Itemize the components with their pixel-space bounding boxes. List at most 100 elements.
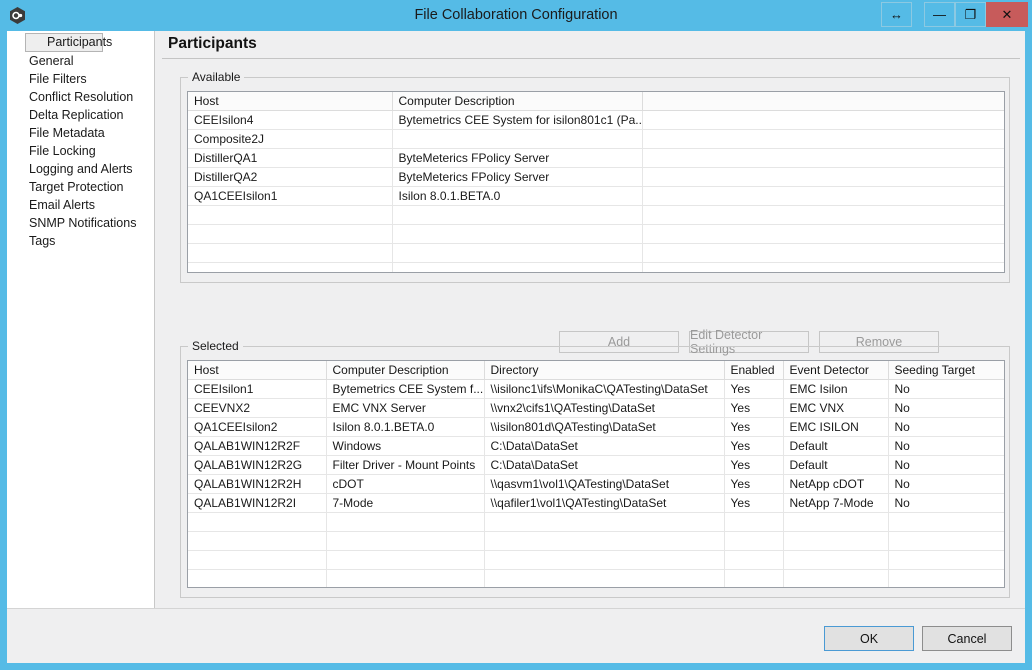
maximize-button[interactable]: ❐	[955, 2, 986, 27]
table-row[interactable]: CEEIsilon1 Bytemetrics CEE System f... \\i…	[188, 379, 1004, 399]
sidebar-item-logging-and-alerts[interactable]: Logging and Alerts	[7, 160, 154, 178]
sidebar-nav: Participants General File Filters Conflict …	[7, 31, 155, 608]
column-header[interactable]: Seeding Target	[888, 361, 1004, 380]
table-cell	[326, 550, 485, 570]
table-row[interactable]	[188, 512, 1004, 532]
column-header[interactable]: Computer Description	[392, 92, 643, 111]
sidebar-item-file-filters[interactable]: File Filters	[7, 70, 154, 88]
table-cell: DistillerQA1	[188, 148, 393, 168]
sidebar-item-label: Participants	[47, 35, 113, 49]
table-row[interactable]: Composite2J	[188, 129, 1004, 149]
table-cell	[642, 148, 1004, 168]
table-cell	[392, 129, 643, 149]
table-cell: QALAB1WIN12R2G	[188, 455, 327, 475]
close-button[interactable]: ✕	[986, 2, 1028, 27]
available-table-container[interactable]: Host Computer Description CEEIsilon4 Bytem…	[187, 91, 1005, 273]
column-header[interactable]: Host	[188, 92, 393, 111]
table-cell: \\isilonc1\ifs\MonikaC\QATesting\DataSet	[484, 379, 725, 399]
available-group: Available Host Computer Description CEEIs…	[180, 70, 1010, 283]
table-cell: QA1CEEIsilon2	[188, 417, 327, 437]
table-cell: Composite2J	[188, 129, 393, 149]
available-table-body[interactable]: CEEIsilon4 Bytemetrics CEE System for isi…	[188, 110, 1004, 272]
table-row[interactable]: QALAB1WIN12R2F Windows C:\Data\DataSet Yes D…	[188, 436, 1004, 456]
table-row[interactable]	[188, 224, 1004, 244]
table-cell	[783, 512, 889, 532]
sidebar-item-conflict-resolution[interactable]: Conflict Resolution	[7, 88, 154, 106]
table-row[interactable]	[188, 569, 1004, 587]
table-cell	[188, 512, 327, 532]
sidebar-item-file-metadata[interactable]: File Metadata	[7, 124, 154, 142]
table-cell: cDOT	[326, 474, 485, 494]
sidebar-item-delta-replication[interactable]: Delta Replication	[7, 106, 154, 124]
sidebar-item-label: SNMP Notifications	[29, 216, 137, 230]
table-row[interactable]	[188, 243, 1004, 263]
column-header[interactable]: Computer Description	[326, 361, 485, 380]
resize-button[interactable]: ↔	[881, 2, 912, 27]
cancel-button[interactable]: Cancel	[922, 626, 1012, 651]
column-header[interactable]: Host	[188, 361, 327, 380]
table-row[interactable]: CEEIsilon4 Bytemetrics CEE System for isi…	[188, 110, 1004, 130]
table-cell: No	[888, 379, 1004, 399]
table-cell: Isilon 8.0.1.BETA.0	[392, 186, 643, 206]
table-row[interactable]: QA1CEEIsilon1 Isilon 8.0.1.BETA.0	[188, 186, 1004, 206]
table-row[interactable]	[188, 205, 1004, 225]
table-cell	[888, 512, 1004, 532]
table-cell	[188, 550, 327, 570]
available-table[interactable]: Host Computer Description CEEIsilon4 Bytem…	[188, 92, 1004, 272]
sidebar-item-email-alerts[interactable]: Email Alerts	[7, 196, 154, 214]
sidebar-item-snmp-notifications[interactable]: SNMP Notifications	[7, 214, 154, 232]
table-cell: Yes	[724, 398, 784, 418]
selected-table[interactable]: Host Computer Description Directory Enabled…	[188, 361, 1004, 587]
sidebar-item-label: Email Alerts	[29, 198, 95, 212]
table-cell: EMC VNX Server	[326, 398, 485, 418]
table-cell: 7-Mode	[326, 493, 485, 513]
table-cell: Yes	[724, 455, 784, 475]
selected-table-body[interactable]: CEEIsilon1 Bytemetrics CEE System f... \\i…	[188, 379, 1004, 587]
table-row[interactable]: QALAB1WIN12R2H cDOT \\qasvm1\vol1\QATestin…	[188, 474, 1004, 494]
table-cell: Bytemetrics CEE System f...	[326, 379, 485, 399]
table-row[interactable]: CEEVNX2 EMC VNX Server \\vnx2\cifs1\QATest…	[188, 398, 1004, 418]
available-table-header-row: Host Computer Description	[188, 92, 1004, 111]
table-cell	[188, 243, 393, 263]
table-cell: Default	[783, 436, 889, 456]
minimize-button[interactable]: —	[924, 2, 955, 27]
table-cell: EMC ISILON	[783, 417, 889, 437]
ok-button[interactable]: OK	[824, 626, 914, 651]
table-cell: DistillerQA2	[188, 167, 393, 187]
table-cell	[188, 224, 393, 244]
sidebar-item-label: General	[29, 54, 74, 68]
table-row[interactable]	[188, 550, 1004, 570]
table-row[interactable]: DistillerQA1 ByteMeterics FPolicy Server	[188, 148, 1004, 168]
column-header[interactable]: Directory	[484, 361, 725, 380]
table-cell	[724, 512, 784, 532]
table-cell	[392, 243, 643, 263]
table-row[interactable]	[188, 262, 1004, 272]
table-cell	[188, 205, 393, 225]
title-bar: File Collaboration Configuration ↔ — ❐ ✕	[0, 0, 1032, 31]
table-cell: No	[888, 493, 1004, 513]
column-header[interactable]	[642, 92, 1004, 111]
table-row[interactable]	[188, 531, 1004, 551]
sidebar-item-label: Tags	[29, 234, 56, 248]
sidebar-item-general[interactable]: General	[7, 52, 154, 70]
column-header[interactable]: Event Detector	[783, 361, 889, 380]
sidebar-item-label: Conflict Resolution	[29, 90, 134, 104]
table-cell: Filter Driver - Mount Points	[326, 455, 485, 475]
table-row[interactable]: DistillerQA2 ByteMeterics FPolicy Server	[188, 167, 1004, 187]
table-cell	[642, 224, 1004, 244]
table-cell	[783, 531, 889, 551]
table-cell: \\qasvm1\vol1\QATesting\DataSet	[484, 474, 725, 494]
table-cell: CEEVNX2	[188, 398, 327, 418]
sidebar-item-tags[interactable]: Tags	[7, 232, 154, 250]
heading-separator	[162, 58, 1020, 59]
table-row[interactable]: QALAB1WIN12R2I 7-Mode \\qafiler1\vol1\QATe…	[188, 493, 1004, 513]
sidebar-item-participants[interactable]: Participants	[25, 33, 112, 52]
table-cell: Default	[783, 455, 889, 475]
table-row[interactable]: QALAB1WIN12R2G Filter Driver - Mount Poin…	[188, 455, 1004, 475]
selected-table-container[interactable]: Host Computer Description Directory Enabled…	[187, 360, 1005, 588]
column-header[interactable]: Enabled	[724, 361, 784, 380]
sidebar-item-file-locking[interactable]: File Locking	[7, 142, 154, 160]
table-row[interactable]: QA1CEEIsilon2 Isilon 8.0.1.BETA.0 \\isilon…	[188, 417, 1004, 437]
sidebar-item-target-protection[interactable]: Target Protection	[7, 178, 154, 196]
table-cell	[888, 531, 1004, 551]
